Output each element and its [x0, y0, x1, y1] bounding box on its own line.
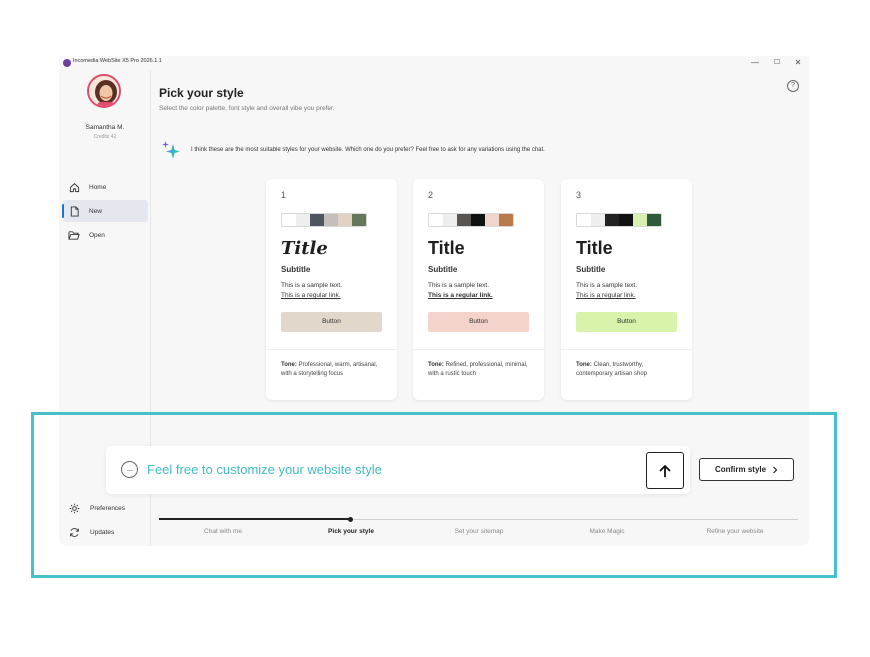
- titlebar: Incomedia WebSite X5 Pro 2026.1.1 — ☐ ✕: [59, 56, 809, 70]
- sparkle-icon: [162, 141, 180, 159]
- highlight-frame: [31, 412, 837, 578]
- sidebar-item-new[interactable]: New: [62, 200, 148, 222]
- card-divider: [413, 349, 544, 350]
- ai-message: I think these are the most suitable styl…: [191, 147, 545, 153]
- color-palette: [576, 213, 662, 227]
- card-sample-button[interactable]: Button: [428, 312, 529, 332]
- card-tone: Tone: Refined, professional, minimal, wi…: [428, 361, 533, 378]
- card-tone: Tone: Professional, warm, artisanal, wit…: [281, 361, 386, 378]
- color-swatch: [485, 214, 499, 226]
- color-swatch: [282, 214, 296, 226]
- card-sample-link[interactable]: This is a regular link.: [428, 292, 493, 299]
- sidebar-item-label: Home: [89, 183, 107, 191]
- card-sample-text: This is a sample text.: [576, 282, 638, 289]
- maximize-button[interactable]: ☐: [771, 57, 783, 69]
- sidebar-item-open[interactable]: Open: [63, 224, 148, 246]
- card-number: 1: [281, 190, 287, 200]
- avatar-photo-icon: [89, 76, 119, 106]
- card-title: Title: [428, 238, 465, 258]
- folder-open-icon: [68, 229, 80, 241]
- sidebar-item-label: Open: [89, 231, 105, 239]
- card-subtitle: Subtitle: [281, 265, 311, 274]
- color-swatch: [499, 214, 513, 226]
- card-divider: [561, 349, 692, 350]
- user-name: Samantha M.: [85, 124, 125, 131]
- card-sample-text: This is a sample text.: [428, 282, 490, 289]
- card-title: Title: [281, 238, 328, 259]
- card-divider: [266, 349, 397, 350]
- color-swatch: [443, 214, 457, 226]
- page-title: Pick your style: [159, 86, 244, 100]
- app-logo-icon: [63, 59, 71, 67]
- color-swatch: [429, 214, 443, 226]
- card-sample-link[interactable]: This is a regular link.: [281, 292, 341, 299]
- sidebar-item-label: New: [89, 207, 103, 215]
- style-card-1[interactable]: 1 Title Subtitle This is a sample text. …: [266, 179, 397, 400]
- card-subtitle: Subtitle: [428, 265, 458, 274]
- home-icon: [68, 181, 80, 193]
- card-subtitle: Subtitle: [576, 265, 606, 274]
- close-button[interactable]: ✕: [792, 57, 804, 69]
- tone-label: Tone:: [428, 362, 444, 368]
- color-swatch: [577, 214, 591, 226]
- color-swatch: [352, 214, 366, 226]
- card-sample-link[interactable]: This is a regular link.: [576, 292, 636, 299]
- color-swatch: [633, 214, 647, 226]
- style-card-3[interactable]: 3 Title Subtitle This is a sample text. …: [561, 179, 692, 400]
- color-swatch: [310, 214, 324, 226]
- card-tone: Tone: Clean, trustworthy, contemporary a…: [576, 361, 681, 378]
- minimize-button[interactable]: —: [749, 57, 761, 69]
- window-title: Incomedia WebSite X5 Pro 2026.1.1: [73, 58, 162, 64]
- color-swatch: [619, 214, 633, 226]
- color-swatch: [296, 214, 310, 226]
- color-swatch: [324, 214, 338, 226]
- color-swatch: [605, 214, 619, 226]
- color-swatch: [647, 214, 661, 226]
- tone-label: Tone:: [281, 362, 297, 368]
- avatar[interactable]: [87, 74, 121, 108]
- style-card-2[interactable]: 2 Title Subtitle This is a sample text. …: [413, 179, 544, 400]
- color-swatch: [338, 214, 352, 226]
- color-palette: [281, 213, 367, 227]
- user-credits: Credits 42: [93, 134, 117, 140]
- help-icon[interactable]: ?: [787, 80, 799, 92]
- card-sample-text: This is a sample text.: [281, 282, 343, 289]
- card-number: 3: [576, 190, 582, 200]
- sidebar-item-home[interactable]: Home: [63, 176, 148, 198]
- card-title: Title: [576, 238, 613, 258]
- card-number: 2: [428, 190, 434, 200]
- new-file-icon: [68, 205, 80, 217]
- color-swatch: [471, 214, 485, 226]
- color-swatch: [591, 214, 605, 226]
- page-subtitle: Select the color palette, font style and…: [159, 105, 335, 112]
- color-palette: [428, 213, 514, 227]
- card-sample-button[interactable]: Button: [281, 312, 382, 332]
- color-swatch: [457, 214, 471, 226]
- card-sample-button[interactable]: Button: [576, 312, 677, 332]
- tone-label: Tone:: [576, 362, 592, 368]
